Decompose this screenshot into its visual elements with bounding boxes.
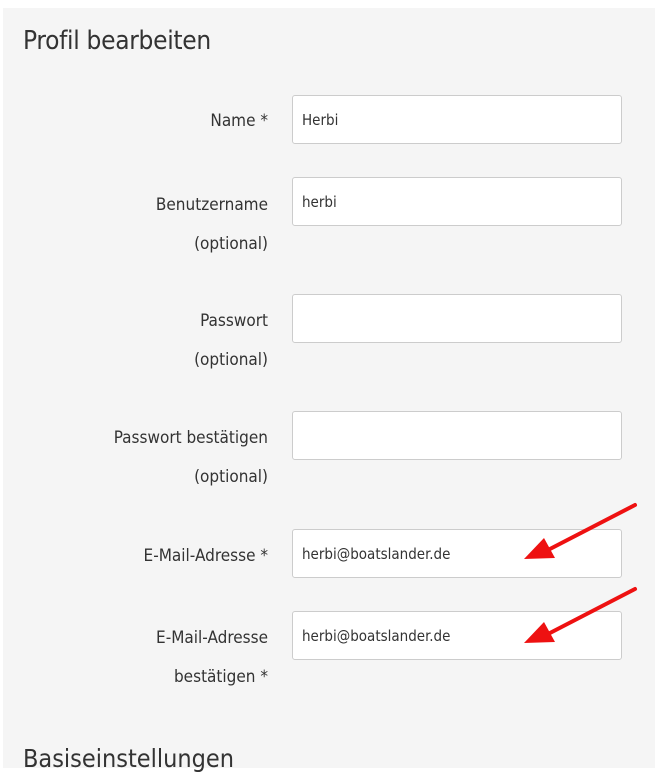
section-title: Profil bearbeiten [23,26,211,56]
name-label-text: Name * [210,111,268,131]
password-confirm-label: Passwort bestätigen (optional) [114,419,268,497]
name-input[interactable] [292,95,622,144]
email-confirm-label-line2: bestätigen * [173,667,268,687]
password-label: Passwort (optional) [194,302,268,380]
username-input[interactable] [292,177,622,226]
name-label: Name * [210,102,268,141]
next-section-title: Basiseinstellungen [23,744,235,773]
email-confirm-input[interactable] [292,611,622,660]
username-label-line1: Benutzername [155,195,268,215]
username-label: Benutzername (optional) [156,186,268,264]
email-input[interactable] [292,529,622,578]
password-confirm-label-line2: (optional) [194,467,268,487]
password-label-line1: Passwort [200,311,268,331]
password-label-line2: (optional) [194,350,268,370]
email-label-text: E-Mail-Adresse * [143,546,268,566]
password-confirm-input[interactable] [292,411,622,460]
email-label: E-Mail-Adresse * [144,537,268,576]
email-confirm-label: E-Mail-Adresse bestätigen * [156,619,268,697]
password-input[interactable] [292,294,622,343]
email-confirm-label-line1: E-Mail-Adresse [156,628,268,648]
username-label-line2: (optional) [194,234,268,254]
password-confirm-label-line1: Passwort bestätigen [113,428,268,448]
